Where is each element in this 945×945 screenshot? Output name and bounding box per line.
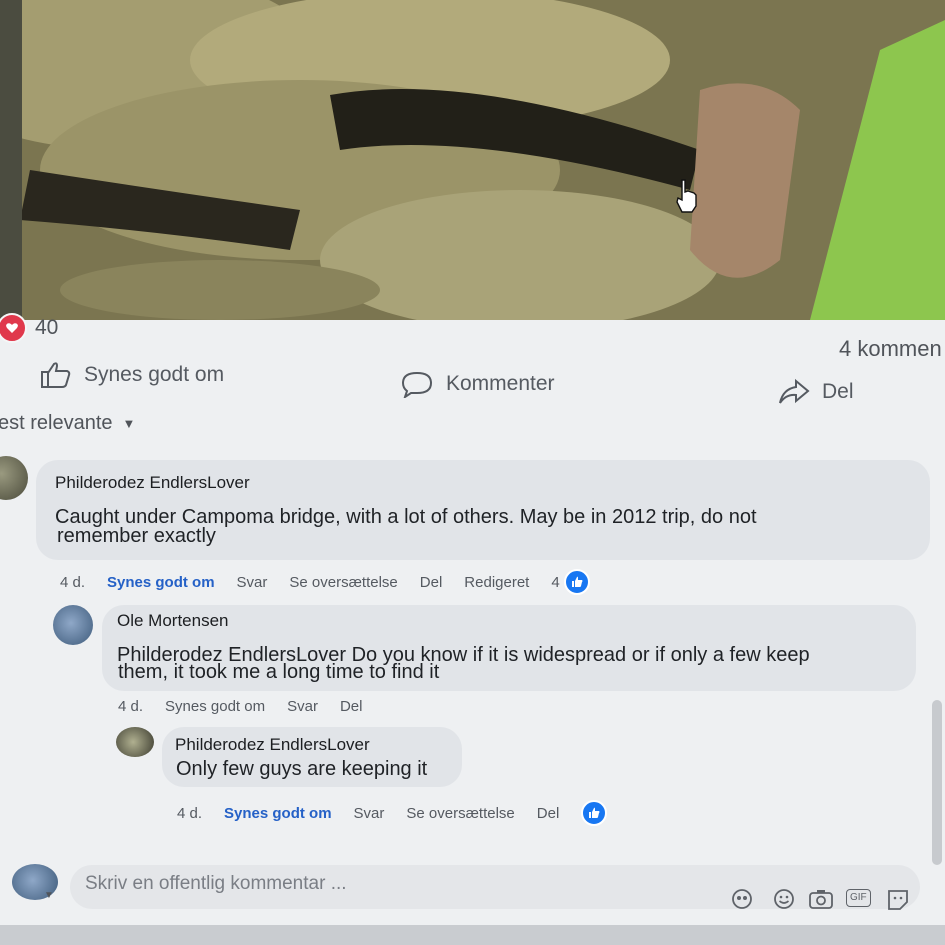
comment-button[interactable]: Kommenter xyxy=(400,370,555,398)
comment-button-label: Kommenter xyxy=(446,372,555,395)
comment-meta: 4 d. Synes godt om Svar Del xyxy=(118,698,384,715)
post-photo-image xyxy=(0,0,945,320)
comment-like-link[interactable]: Synes godt om xyxy=(224,805,332,822)
comment-input-placeholder: Skriv en offentlig kommentar ... xyxy=(85,873,347,894)
comment-time[interactable]: 4 d. xyxy=(177,805,202,822)
comment-share-link[interactable]: Del xyxy=(537,805,560,822)
like-badge-icon xyxy=(563,569,590,595)
bottom-bar xyxy=(0,925,945,945)
comment-text-line: them, it took me a long time to find it xyxy=(118,661,440,683)
comments-count-link[interactable]: 4 kommen xyxy=(839,336,942,362)
heart-reaction-icon xyxy=(0,313,27,343)
comment-author[interactable]: Ole Mortensen xyxy=(117,611,229,631)
comment-time[interactable]: 4 d. xyxy=(60,574,85,591)
comment-meta: 4 d. Synes godt om Svar Se oversættelse … xyxy=(177,800,629,826)
comment-icon xyxy=(401,371,433,398)
comment-reply-link[interactable]: Svar xyxy=(354,805,385,822)
camera-icon[interactable] xyxy=(808,888,834,910)
share-icon xyxy=(779,378,810,404)
sticker-icon[interactable] xyxy=(886,888,910,910)
cursor-hand-icon xyxy=(676,179,697,213)
comment-translate-link[interactable]: Se oversættelse xyxy=(406,805,514,822)
comment-edited-label[interactable]: Redigeret xyxy=(464,574,529,591)
comment-share-link[interactable]: Del xyxy=(420,574,443,591)
smiley-icon[interactable] xyxy=(772,888,796,910)
share-button-label: Del xyxy=(822,380,854,403)
comment-translate-link[interactable]: Se oversættelse xyxy=(289,574,397,591)
like-button-label: Synes godt om xyxy=(84,363,225,386)
comment-reply-link[interactable]: Svar xyxy=(287,698,318,715)
chevron-down-icon[interactable]: ▼ xyxy=(44,890,54,901)
comment-time[interactable]: 4 d. xyxy=(118,698,143,715)
caret-down-icon: ▼ xyxy=(122,416,136,431)
comment-like-link[interactable]: Synes godt om xyxy=(165,698,265,715)
comment-reply-link[interactable]: Svar xyxy=(237,574,268,591)
like-button[interactable]: Synes godt om xyxy=(40,360,224,390)
comment-share-link[interactable]: Del xyxy=(340,698,363,715)
gif-icon[interactable]: GIF xyxy=(846,889,871,907)
post-photo[interactable] xyxy=(0,0,945,320)
share-button[interactable]: Del xyxy=(778,378,854,406)
comment-sort-dropdown[interactable]: est relevante ▼ xyxy=(0,412,135,435)
comment-author[interactable]: Philderodez EndlersLover xyxy=(175,735,370,755)
comment-author[interactable]: Philderodez EndlersLover xyxy=(55,473,250,493)
sort-label: est relevante xyxy=(0,412,113,434)
avatar-sticker-icon[interactable] xyxy=(730,888,754,910)
like-badge-icon xyxy=(581,800,608,826)
avatar[interactable] xyxy=(116,727,154,757)
thumbs-up-icon xyxy=(41,362,71,388)
comment-text-line: remember exactly xyxy=(57,525,216,547)
comment-like-count[interactable]: 4 xyxy=(551,574,559,591)
scrollbar[interactable] xyxy=(932,700,942,865)
comment-text-line: Only few guys are keeping it xyxy=(176,758,428,780)
reaction-count: 40 xyxy=(35,316,59,339)
comment-meta: 4 d. Synes godt om Svar Se oversættelse … xyxy=(60,569,612,595)
comment-like-link[interactable]: Synes godt om xyxy=(107,574,215,591)
avatar[interactable] xyxy=(53,605,93,645)
reaction-summary[interactable]: 40 xyxy=(0,313,58,343)
